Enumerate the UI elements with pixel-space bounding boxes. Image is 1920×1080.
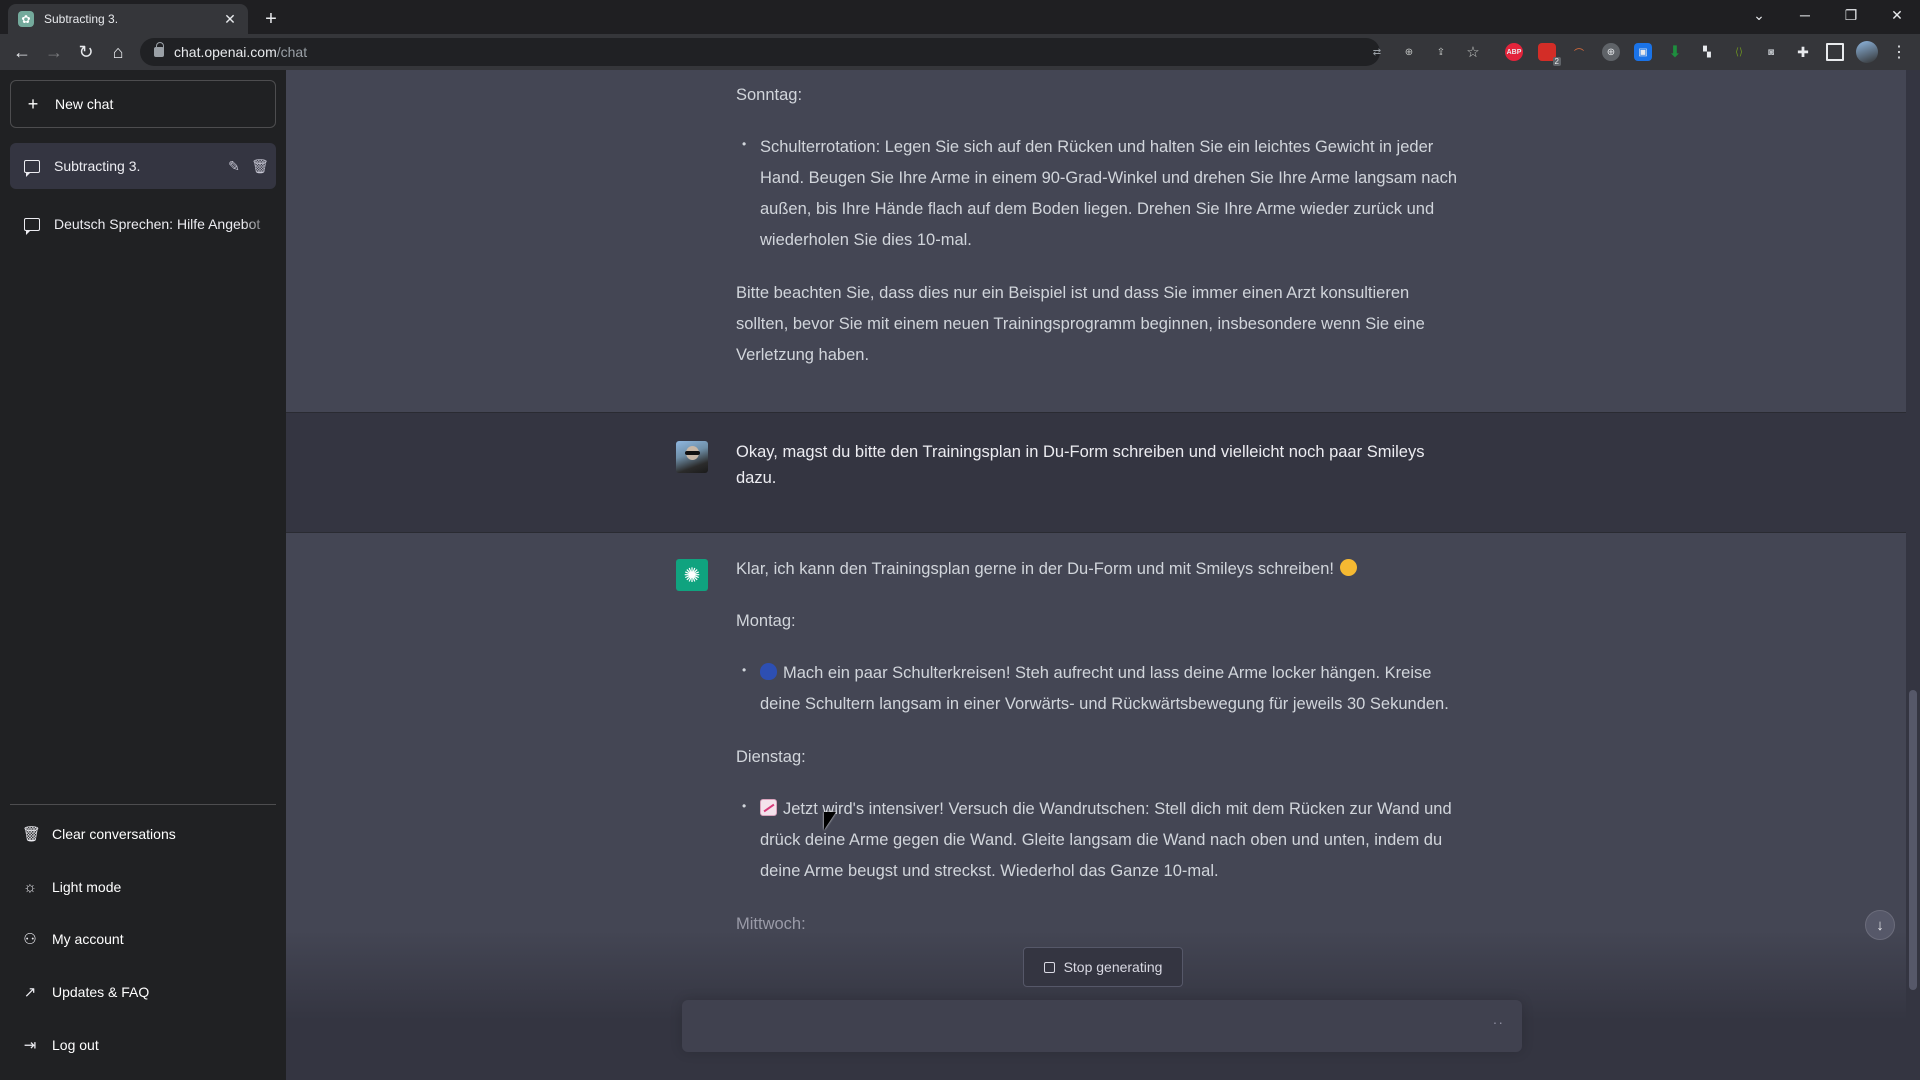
logout-icon: ⇥ bbox=[23, 1037, 37, 1054]
extension-badge: 2 bbox=[1552, 57, 1561, 66]
home-button[interactable]: ⌂ bbox=[104, 38, 132, 66]
sun-icon: ☼ bbox=[23, 878, 37, 896]
bookmark-ext-icon[interactable]: ▣ bbox=[1634, 43, 1652, 61]
list-item-text: Schulterrotation: Legen Sie sich auf den… bbox=[760, 138, 1458, 249]
message-content: Sonntag: Schulterrotation: Legen Sie sic… bbox=[736, 80, 1466, 371]
list-item-text: Jetzt wird's intensiver! Versuch die Wan… bbox=[760, 800, 1452, 880]
external-link-icon: ↗ bbox=[23, 984, 37, 1001]
back-button[interactable]: ← bbox=[8, 38, 36, 66]
new-chat-label: New chat bbox=[55, 96, 114, 112]
close-window-button[interactable]: ✕ bbox=[1874, 0, 1920, 30]
day-heading: Sonntag: bbox=[736, 86, 803, 104]
reload-button[interactable]: ↻ bbox=[72, 38, 100, 66]
share-icon[interactable]: ⇪ bbox=[1432, 43, 1450, 61]
typing-indicator: ·· bbox=[1492, 1014, 1504, 1030]
sidebar-divider bbox=[10, 804, 276, 805]
puzzle-icon[interactable]: ✚ bbox=[1794, 43, 1812, 61]
trash-icon: 🗑 bbox=[22, 826, 42, 843]
mouse-cursor bbox=[824, 812, 836, 830]
stop-generating-button[interactable]: Stop generating bbox=[1023, 947, 1183, 987]
chatgpt-favicon-icon: ✿ bbox=[18, 11, 34, 27]
conversation-title: Subtracting 3. bbox=[54, 158, 141, 174]
new-tab-button[interactable]: + bbox=[258, 6, 284, 32]
day-heading: Montag: bbox=[736, 612, 796, 630]
trash-icon[interactable]: 🗑 bbox=[250, 158, 270, 175]
lastpass-icon[interactable]: 2 bbox=[1538, 43, 1561, 66]
user-icon: ⚇ bbox=[23, 931, 37, 948]
user-message: Okay, magst du bitte den Trainingsplan i… bbox=[286, 412, 1906, 533]
chat-area: Sonntag: Schulterrotation: Legen Sie sic… bbox=[286, 70, 1920, 1080]
url-host: chat.openai.com bbox=[174, 44, 277, 60]
menu-icon[interactable]: ⋮ bbox=[1890, 43, 1908, 61]
day-heading: Dienstag: bbox=[736, 748, 806, 766]
address-bar[interactable]: chat.openai.com/chat bbox=[140, 38, 1380, 66]
assistant-message: Sonntag: Schulterrotation: Legen Sie sic… bbox=[286, 70, 1906, 412]
user-avatar bbox=[676, 441, 708, 473]
adblock-icon[interactable]: ABP bbox=[1505, 43, 1523, 61]
note-paragraph: Bitte beachten Sie, dass dies nur ein Be… bbox=[736, 284, 1425, 364]
translate-icon[interactable]: ⇄ bbox=[1368, 43, 1386, 61]
profile-avatar[interactable] bbox=[1856, 41, 1878, 63]
restore-button[interactable]: ❐ bbox=[1828, 0, 1874, 30]
light-mode-button[interactable]: ☼ Light mode bbox=[10, 865, 276, 909]
chart-increasing-emoji-icon bbox=[760, 799, 777, 816]
download-icon[interactable]: ⬇ bbox=[1666, 43, 1684, 61]
browser-tab-active[interactable]: ✿ Subtracting 3. ✕ bbox=[8, 4, 248, 34]
conversation-item[interactable]: Deutsch Sprechen: Hilfe Angebot bbox=[10, 201, 276, 247]
edit-icon[interactable]: ✎ bbox=[224, 158, 244, 175]
list-item: Mach ein paar Schulterkreisen! Steh aufr… bbox=[736, 655, 1466, 720]
menu-label: Light mode bbox=[52, 879, 122, 895]
list-item: Schulterrotation: Legen Sie sich auf den… bbox=[736, 129, 1466, 256]
browser-tab-bar: ✿ Subtracting 3. ✕ + ⌄ ─ ❐ ✕ bbox=[0, 0, 1920, 34]
intro-text: Klar, ich kann den Trainingsplan gerne i… bbox=[736, 560, 1334, 578]
new-chat-button[interactable]: + New chat bbox=[10, 80, 276, 128]
scroll-to-bottom-button[interactable]: ↓ bbox=[1865, 910, 1895, 940]
message-input[interactable] bbox=[698, 1014, 1458, 1038]
sidepanel-icon[interactable] bbox=[1826, 43, 1844, 61]
message-content: Okay, magst du bitte den Trainingsplan i… bbox=[736, 443, 1425, 487]
plus-icon: + bbox=[27, 93, 39, 114]
zoom-icon[interactable]: ⊕ bbox=[1400, 43, 1418, 61]
url-path: /chat bbox=[276, 44, 308, 60]
bookmark-star-icon[interactable]: ☆ bbox=[1464, 43, 1482, 61]
stop-square-icon bbox=[1043, 961, 1055, 973]
menu-label: Updates & FAQ bbox=[52, 984, 150, 1000]
minimize-button[interactable]: ─ bbox=[1782, 0, 1828, 30]
rainbow-icon[interactable]: ⌒ bbox=[1570, 43, 1588, 61]
forward-button[interactable]: → bbox=[40, 38, 68, 66]
scrollbar-thumb[interactable] bbox=[1909, 690, 1917, 990]
blue-heart-emoji-icon bbox=[760, 663, 777, 680]
chat-bubble-icon bbox=[24, 159, 40, 177]
vpn-icon[interactable]: ⊕ bbox=[1602, 43, 1620, 61]
code-icon[interactable]: ⟨⟩ bbox=[1730, 43, 1748, 61]
list-item-text: Mach ein paar Schulterkreisen! Steh aufr… bbox=[760, 664, 1449, 713]
menu-label: Clear conversations bbox=[52, 826, 176, 842]
menu-label: My account bbox=[52, 931, 124, 947]
tab-close-icon[interactable]: ✕ bbox=[222, 11, 238, 28]
my-account-button[interactable]: ⚇ My account bbox=[10, 917, 276, 961]
smiling-face-emoji-icon bbox=[1339, 559, 1357, 576]
chat-bubble-icon bbox=[24, 217, 40, 235]
message-content: Klar, ich kann den Trainingsplan gerne i… bbox=[736, 554, 1466, 940]
tab-search-icon[interactable]: ⌄ bbox=[1736, 0, 1782, 30]
camera-icon[interactable]: ◙ bbox=[1762, 43, 1780, 61]
list-item: Jetzt wird's intensiver! Versuch die Wan… bbox=[736, 791, 1466, 887]
clear-conversations-button[interactable]: 🗑 Clear conversations bbox=[10, 812, 276, 856]
updates-faq-link[interactable]: ↗ Updates & FAQ bbox=[10, 970, 276, 1014]
sidebar: + New chat Subtracting 3. ✎ 🗑 Deutsch Sp… bbox=[0, 70, 286, 1080]
browser-toolbar: ← → ↻ ⌂ chat.openai.com/chat ⇄ ⊕ ⇪ ☆ ABP… bbox=[0, 34, 1920, 70]
stop-generating-label: Stop generating bbox=[1063, 959, 1163, 975]
conversation-title: Deutsch Sprechen: Hilfe Angebot bbox=[54, 216, 261, 232]
tab-title: Subtracting 3. bbox=[44, 12, 119, 26]
menu-label: Log out bbox=[52, 1037, 99, 1053]
lock-icon[interactable] bbox=[154, 42, 164, 57]
ext-icon[interactable]: ▚ bbox=[1698, 43, 1716, 61]
chatgpt-logo-icon: ✺ bbox=[676, 559, 708, 591]
conversation-item-active[interactable]: Subtracting 3. ✎ 🗑 bbox=[10, 143, 276, 189]
log-out-button[interactable]: ⇥ Log out bbox=[10, 1023, 276, 1067]
message-input-box[interactable]: ·· bbox=[682, 1000, 1522, 1052]
scrollbar[interactable] bbox=[1906, 70, 1920, 1080]
